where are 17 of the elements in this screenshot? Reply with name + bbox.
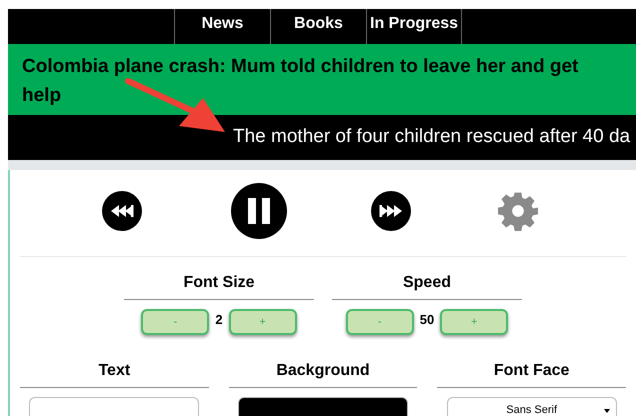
color-swatch[interactable] [238, 397, 408, 416]
setting-label: Background [228, 359, 418, 388]
color-swatch[interactable] [29, 397, 200, 416]
arrow-icon [125, 78, 225, 132]
stepper-value: 50 [420, 311, 434, 330]
settings-icon[interactable] [498, 191, 538, 231]
setting-label: Font Face [437, 359, 626, 388]
stepper-value: 2 [215, 311, 223, 330]
font-select[interactable]: Sans Serif [446, 397, 617, 416]
stepper-label: Font Size [124, 271, 314, 300]
setting-label: Text [20, 359, 209, 388]
caret-icon [604, 409, 610, 413]
stepper-label: Speed [332, 271, 522, 300]
pause-button[interactable] [231, 183, 287, 239]
ticker-text: The mother of four children rescued after 40 da [233, 125, 630, 150]
fast-forward-button[interactable] [371, 191, 411, 231]
rewind-button[interactable] [102, 191, 142, 231]
